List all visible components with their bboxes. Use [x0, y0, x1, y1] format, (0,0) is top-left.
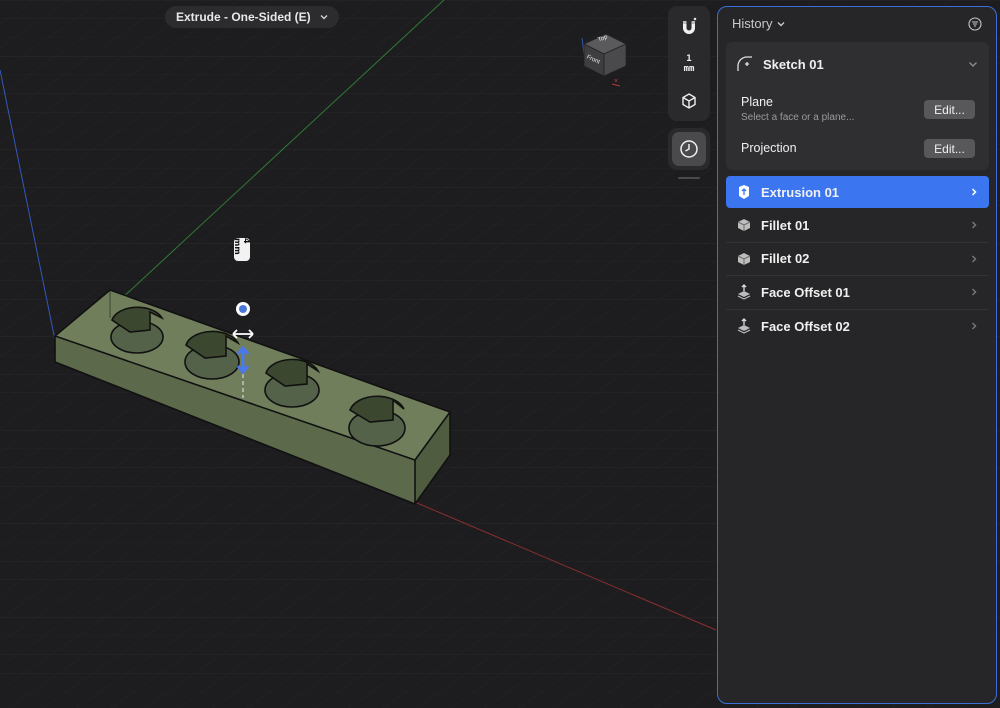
history-item-extrusion-01[interactable]: Extrusion 01 [726, 176, 989, 208]
cube-axes-icon [682, 93, 696, 109]
history-panel: History Sketch 01 Plane Select a face or… [717, 6, 997, 704]
cube-x-axis-label: × [614, 78, 619, 85]
history-title: History [732, 16, 773, 31]
history-item-label: Fillet 01 [761, 217, 810, 233]
filter-icon[interactable] [968, 16, 982, 31]
history-item-fillet-02[interactable]: Fillet 02 [726, 243, 989, 276]
chevron-right-icon [971, 188, 977, 196]
grid-unit-value: 1 [686, 54, 692, 64]
history-item-face-offset-01[interactable]: Face Offset 01 [726, 276, 989, 310]
plane-hint: Select a face or a plane... [741, 112, 855, 123]
extrude-mode-label: Extrude - One-Sided (E) [176, 10, 311, 24]
history-title-dropdown[interactable]: History [732, 16, 786, 31]
projection-property: Projection [741, 141, 797, 155]
snap-magnet-button[interactable] [668, 14, 710, 40]
history-item-label: Face Offset 02 [761, 318, 850, 334]
dimension-value: 4 mm [233, 238, 251, 255]
chevron-right-icon [972, 255, 977, 263]
viewport-toolbar: 1 mm [668, 6, 710, 121]
fillet-icon [736, 251, 752, 267]
chevron-right-icon [972, 221, 977, 229]
plane-property: Plane Select a face or a plane... [741, 95, 854, 123]
chevron-right-icon [972, 322, 977, 330]
sketch-item-label: Sketch 01 [763, 56, 824, 72]
navigation-cube[interactable]: Top Front × [574, 30, 630, 90]
history-list: Sketch 01 Plane Select a face or a plane… [726, 42, 989, 343]
face-offset-icon [736, 284, 752, 300]
chevron-down-icon[interactable] [967, 58, 979, 70]
plane-label: Plane [741, 95, 773, 109]
dimension-label[interactable]: 4 mm [233, 238, 251, 261]
clock-icon [680, 140, 698, 158]
grid-unit-button[interactable]: 1 mm [668, 50, 710, 78]
grid-unit-label: mm [683, 64, 695, 74]
extrude-mode-dropdown[interactable]: Extrude - One-Sided (E) [165, 6, 339, 28]
history-item-face-offset-02[interactable]: Face Offset 02 [726, 310, 989, 344]
sketch-item-header[interactable]: Sketch 01 [726, 42, 989, 86]
toolbar-divider [678, 177, 700, 179]
projection-label: Projection [741, 141, 797, 155]
sketch-item: Sketch 01 Plane Select a face or a plane… [726, 42, 989, 170]
history-item-fillet-01[interactable]: Fillet 01 [726, 209, 989, 243]
history-item-label: Fillet 02 [761, 251, 810, 267]
chevron-down-icon [777, 21, 785, 26]
history-item-label: Face Offset 01 [761, 284, 850, 300]
history-panel-header: History [718, 7, 996, 40]
plane-edit-button[interactable]: Edit... [924, 100, 975, 119]
magnet-icon [683, 17, 697, 34]
chevron-right-icon [972, 288, 977, 296]
projection-edit-button[interactable]: Edit... [924, 139, 975, 158]
history-item-label: Extrusion 01 [761, 184, 840, 200]
chevron-down-icon [320, 15, 328, 20]
history-toggle-button[interactable] [668, 128, 710, 170]
fillet-icon [736, 217, 752, 233]
extrusion-icon [736, 184, 752, 200]
face-offset-icon [736, 318, 752, 334]
sketch-icon [737, 56, 752, 71]
view-orientation-button[interactable] [668, 88, 710, 114]
